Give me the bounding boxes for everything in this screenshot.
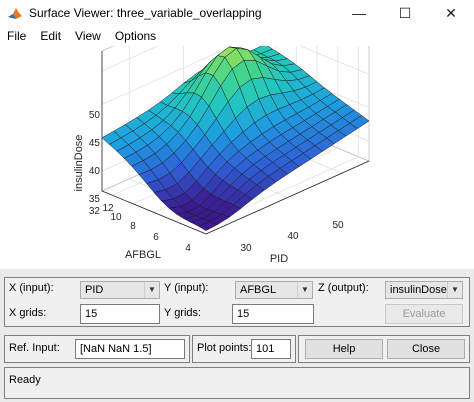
y-tick-label: 8 [130,221,136,232]
chevron-down-icon: ▼ [297,282,312,298]
menu-view[interactable]: View [68,29,108,43]
y-tick-label: 6 [153,232,159,243]
plot-points-label: Plot points: [197,342,252,354]
x-input-dropdown[interactable]: PID ▼ [80,281,160,299]
minimize-button[interactable]: — [336,0,382,26]
z-tick-label: 40 [89,166,101,177]
z-tick-label: 35 [89,194,101,205]
status-bar: Ready [4,367,470,399]
plot-points-field[interactable]: 101 [251,339,291,359]
help-button[interactable]: Help [305,339,383,359]
y-grids-field[interactable]: 15 [232,304,314,324]
z-tick-label: 45 [89,138,101,149]
menu-options[interactable]: Options [108,29,163,43]
maximize-button[interactable]: ☐ [382,0,428,26]
buttons-group: Help Close [298,335,470,363]
surface-plot[interactable]: 50 45 40 35 32 12 10 8 6 4 30 40 50 insu… [0,46,474,269]
x-axis-label: PID [270,253,288,265]
z-output-label: Z (output): [318,282,369,294]
menu-file[interactable]: File [0,29,33,43]
menu-edit[interactable]: Edit [33,29,68,43]
plot-points-group: Plot points: 101 [192,335,296,363]
x-tick-label: 30 [240,243,252,254]
z-output-value: insulinDose [390,284,447,296]
status-text: Ready [9,374,41,386]
close-window-button[interactable]: ✕ [428,0,474,26]
menu-bar: File Edit View Options [0,26,474,46]
y-tick-label: 4 [185,243,191,254]
evaluate-button[interactable]: Evaluate [385,304,463,324]
y-input-label: Y (input): [164,282,209,294]
ref-input-group: Ref. Input: [NaN NaN 1.5] [4,335,190,363]
x-input-label: X (input): [9,282,54,294]
x-grids-label: X grids: [9,307,47,319]
y-input-value: AFBGL [240,284,277,296]
matlab-app-icon [7,5,23,21]
x-grids-field[interactable]: 15 [80,304,160,324]
control-panel: X (input): PID ▼ Y (input): AFBGL ▼ Z (o… [0,269,474,402]
y-input-dropdown[interactable]: AFBGL ▼ [235,281,313,299]
chevron-down-icon: ▼ [144,282,159,298]
x-tick-label: 40 [287,231,299,242]
axes-settings-group: X (input): PID ▼ Y (input): AFBGL ▼ Z (o… [4,277,470,327]
ref-input-field[interactable]: [NaN NaN 1.5] [75,339,185,359]
z-axis-label: insulinDose [73,135,85,192]
y-grids-label: Y grids: [164,307,202,319]
y-axis-label: AFBGL [125,249,161,261]
x-input-value: PID [85,284,104,296]
window-title: Surface Viewer: three_variable_overlappi… [29,6,262,20]
z-tick-label: 32 [89,206,101,217]
z-output-dropdown[interactable]: insulinDose ▼ [385,281,463,299]
z-tick-label: 50 [89,110,101,121]
y-tick-label: 10 [110,212,122,223]
surface-plot-area[interactable]: 50 45 40 35 32 12 10 8 6 4 30 40 50 insu… [0,46,474,269]
close-button[interactable]: Close [387,339,465,359]
chevron-down-icon: ▼ [447,282,462,298]
x-tick-label: 50 [332,220,344,231]
title-bar: Surface Viewer: three_variable_overlappi… [0,0,474,26]
ref-input-label: Ref. Input: [9,342,60,354]
